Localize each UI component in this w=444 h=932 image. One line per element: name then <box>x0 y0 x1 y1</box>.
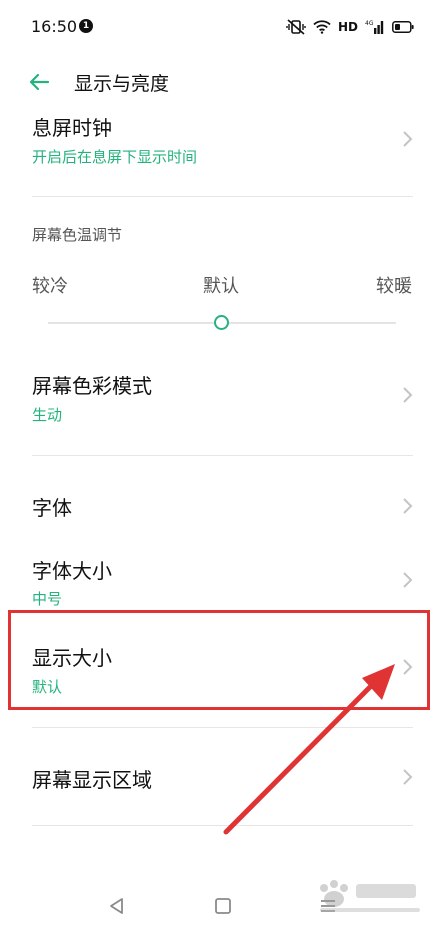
mute-vibrate-icon <box>286 19 306 35</box>
status-icons: HD 4G <box>286 17 414 37</box>
chevron-right-icon <box>402 768 414 786</box>
row-subtitle: 中号 <box>32 590 63 608</box>
chevron-right-icon <box>402 130 414 148</box>
square-home-icon[interactable] <box>213 896 233 916</box>
arrow-left-icon[interactable] <box>28 70 52 94</box>
setting-row-display-area[interactable]: 屏幕显示区域 <box>0 740 444 820</box>
signal-icon: 4G <box>365 19 385 35</box>
row-title: 屏幕显示区域 <box>32 768 152 792</box>
watermark-logo <box>320 880 420 912</box>
setting-row-font[interactable]: 字体 <box>0 478 444 534</box>
chevron-right-icon <box>402 571 414 589</box>
hd-indicator: HD <box>337 20 358 34</box>
page-title: 显示与亮度 <box>74 73 170 95</box>
notification-badge: 1 <box>79 19 93 33</box>
triangle-back-icon[interactable] <box>107 896 127 916</box>
battery-icon <box>392 21 414 33</box>
row-subtitle: 生动 <box>32 406 63 424</box>
divider <box>32 196 413 197</box>
svg-text:4G: 4G <box>365 20 374 27</box>
setting-row-font-size[interactable]: 字体大小 中号 <box>0 544 444 610</box>
chevron-right-icon <box>402 386 414 404</box>
temp-cool-label: 较冷 <box>32 276 68 297</box>
status-time: 16:50 <box>31 17 78 36</box>
row-title: 字体大小 <box>32 559 112 583</box>
chevron-right-icon <box>402 497 414 515</box>
row-subtitle: 开启后在息屏下显示时间 <box>32 148 198 166</box>
row-title: 息屏时钟 <box>32 116 112 140</box>
setting-row-aod-clock[interactable]: 息屏时钟 开启后在息屏下显示时间 <box>0 106 444 196</box>
header: 显示与亮度 <box>0 58 444 106</box>
slider-thumb[interactable] <box>214 315 229 330</box>
setting-row-color-mode[interactable]: 屏幕色彩模式 生动 <box>0 360 444 450</box>
divider <box>32 455 413 456</box>
divider <box>32 825 413 826</box>
temp-warm-label: 较暖 <box>376 276 412 297</box>
wifi-icon <box>313 20 331 34</box>
divider <box>32 727 413 728</box>
status-bar: 16:50 1 HD 4G <box>0 0 444 56</box>
row-title: 屏幕色彩模式 <box>32 374 152 398</box>
temp-default-label: 默认 <box>203 276 239 297</box>
annotation-highlight-box <box>8 610 430 710</box>
color-temp-label: 屏幕色温调节 <box>32 226 123 244</box>
row-title: 字体 <box>32 496 72 520</box>
